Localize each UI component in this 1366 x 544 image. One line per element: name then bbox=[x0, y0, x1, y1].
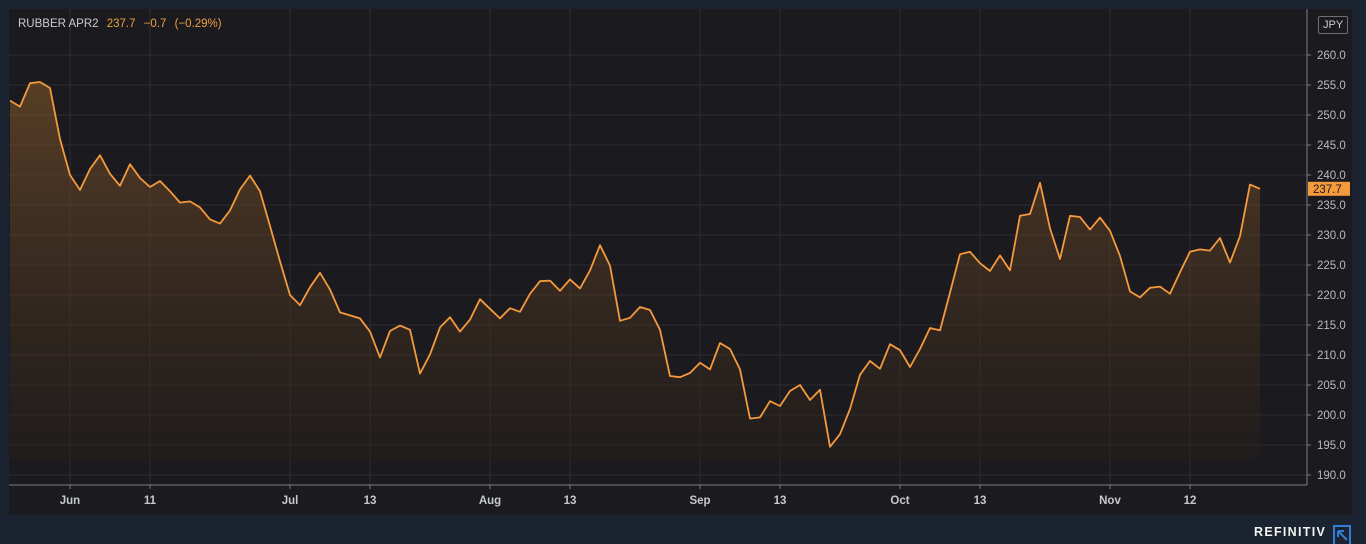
y-tick-label: 200.0 bbox=[1317, 410, 1346, 422]
brand-name: REFINITIV bbox=[1254, 525, 1327, 539]
x-tick-label: 11 bbox=[144, 495, 157, 507]
price-chart[interactable]: 260.0 255.0 250.0 245.0 240.0 235.0 230.0 225.0… bbox=[9, 9, 1352, 515]
chart-legend: RUBBER APR2 237.7 −0.7 (−0.29%) bbox=[18, 18, 222, 30]
y-tick-label: 235.0 bbox=[1317, 200, 1346, 212]
legend-last-price: 237.7 bbox=[106, 18, 136, 30]
x-tick-label: Sep bbox=[689, 495, 710, 507]
x-tick-label: 13 bbox=[364, 495, 377, 507]
legend-symbol: RUBBER APR2 bbox=[18, 18, 99, 30]
y-tick-label: 220.0 bbox=[1317, 290, 1346, 302]
last-price-tag-label: 237.7 bbox=[1313, 184, 1342, 196]
y-tick-label: 210.0 bbox=[1317, 350, 1346, 362]
y-tick-label: 255.0 bbox=[1317, 80, 1346, 92]
y-tick-label: 250.0 bbox=[1317, 110, 1346, 122]
y-tick-label: 215.0 bbox=[1317, 320, 1346, 332]
x-tick-label: Oct bbox=[890, 495, 909, 507]
y-tick-label: 245.0 bbox=[1317, 140, 1346, 152]
x-tick-label: 13 bbox=[974, 495, 987, 507]
currency-badge[interactable]: JPY bbox=[1318, 16, 1349, 34]
x-tick-label: 13 bbox=[564, 495, 577, 507]
x-tick-label: 13 bbox=[774, 495, 787, 507]
chart-frame: 260.0 255.0 250.0 245.0 240.0 235.0 230.0 225.0… bbox=[9, 9, 1352, 515]
y-tick-label: 190.0 bbox=[1317, 470, 1346, 482]
x-tick-label: Jun bbox=[60, 495, 80, 507]
y-tick-label: 225.0 bbox=[1317, 260, 1346, 272]
y-tick-label: 195.0 bbox=[1317, 440, 1346, 452]
y-tick-label: 240.0 bbox=[1317, 170, 1346, 182]
x-tick-label: Aug bbox=[479, 495, 501, 507]
refinitiv-logo-icon bbox=[1333, 525, 1351, 544]
legend-change-percent: (−0.29%) bbox=[174, 18, 222, 30]
area-layer bbox=[9, 81, 1261, 460]
x-tick-label: Jul bbox=[282, 495, 299, 507]
x-tick-label: Nov bbox=[1099, 495, 1121, 507]
y-tick-label: 260.0 bbox=[1317, 50, 1346, 62]
x-tick-label: 12 bbox=[1184, 495, 1197, 507]
legend-change: −0.7 bbox=[143, 18, 167, 30]
price-area-fill bbox=[10, 82, 1260, 460]
y-tick-label: 230.0 bbox=[1317, 230, 1346, 242]
y-tick-label: 205.0 bbox=[1317, 380, 1346, 392]
